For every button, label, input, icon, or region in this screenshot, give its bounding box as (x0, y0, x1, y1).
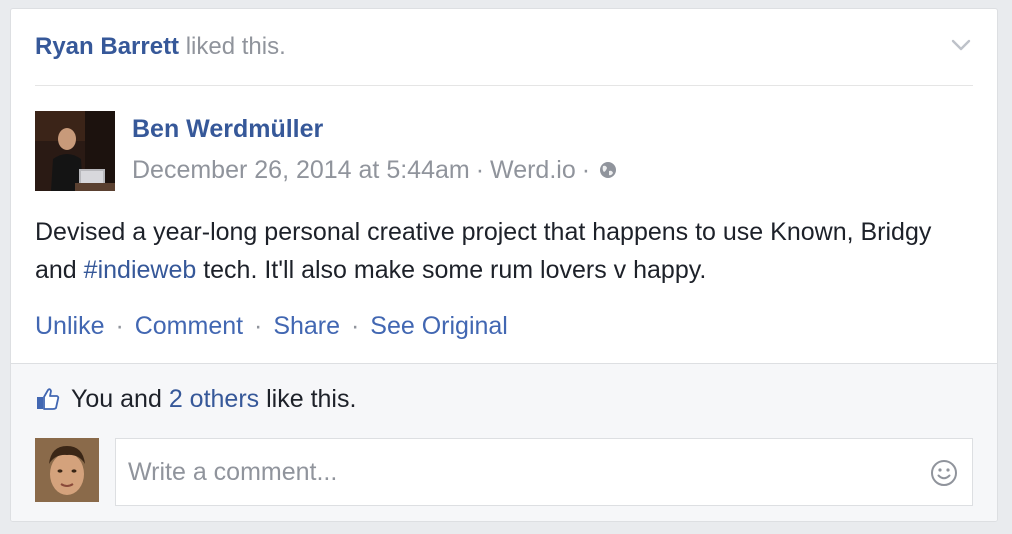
post-text: tech. It'll also make some rum lovers v … (196, 256, 707, 284)
liked-text: liked this. (185, 33, 286, 60)
commenter-avatar (35, 438, 99, 502)
author-name-link[interactable]: Ben Werdmüller (132, 113, 323, 145)
unlike-button[interactable]: Unlike (35, 312, 104, 340)
liker-name-link[interactable]: Ryan Barrett (35, 33, 179, 60)
thumbs-up-icon (37, 388, 60, 410)
action-separator: · (115, 312, 124, 340)
ufi-footer: You and 2 others like this. (11, 363, 997, 521)
see-original-link[interactable]: See Original (370, 312, 508, 340)
story-card: Ryan Barrett liked this. Ben Werdmüller … (10, 8, 998, 522)
action-separator: · (254, 312, 263, 340)
chevron-down-icon[interactable] (949, 33, 973, 57)
likes-others-link[interactable]: 2 others (169, 385, 259, 413)
post-body: Devised a year-long personal creative pr… (35, 213, 965, 289)
header-divider (35, 85, 973, 86)
likes-prefix: You and (71, 385, 162, 413)
share-button[interactable]: Share (273, 312, 340, 340)
story-header: Ryan Barrett liked this. (35, 33, 973, 73)
smiley-icon[interactable] (930, 459, 958, 487)
hashtag-link[interactable]: #indieweb (84, 256, 197, 284)
likes-suffix: like this. (266, 385, 357, 413)
comment-box[interactable] (115, 438, 973, 506)
meta-separator: · (581, 156, 591, 184)
post-meta: December 26, 2014 at 5:44am · Werd.io · (132, 154, 618, 186)
author-avatar[interactable] (35, 111, 115, 191)
post-actions: Unlike · Comment · Share · See Original (35, 308, 508, 344)
comment-button[interactable]: Comment (135, 312, 243, 340)
source-link[interactable]: Werd.io (490, 154, 576, 186)
action-separator: · (351, 312, 360, 340)
meta-separator: · (475, 156, 485, 184)
like-summary: You and 2 others like this. (35, 382, 356, 416)
comment-input[interactable] (126, 456, 910, 488)
globe-icon[interactable] (598, 160, 618, 180)
timestamp-link[interactable]: December 26, 2014 at 5:44am (132, 154, 470, 186)
